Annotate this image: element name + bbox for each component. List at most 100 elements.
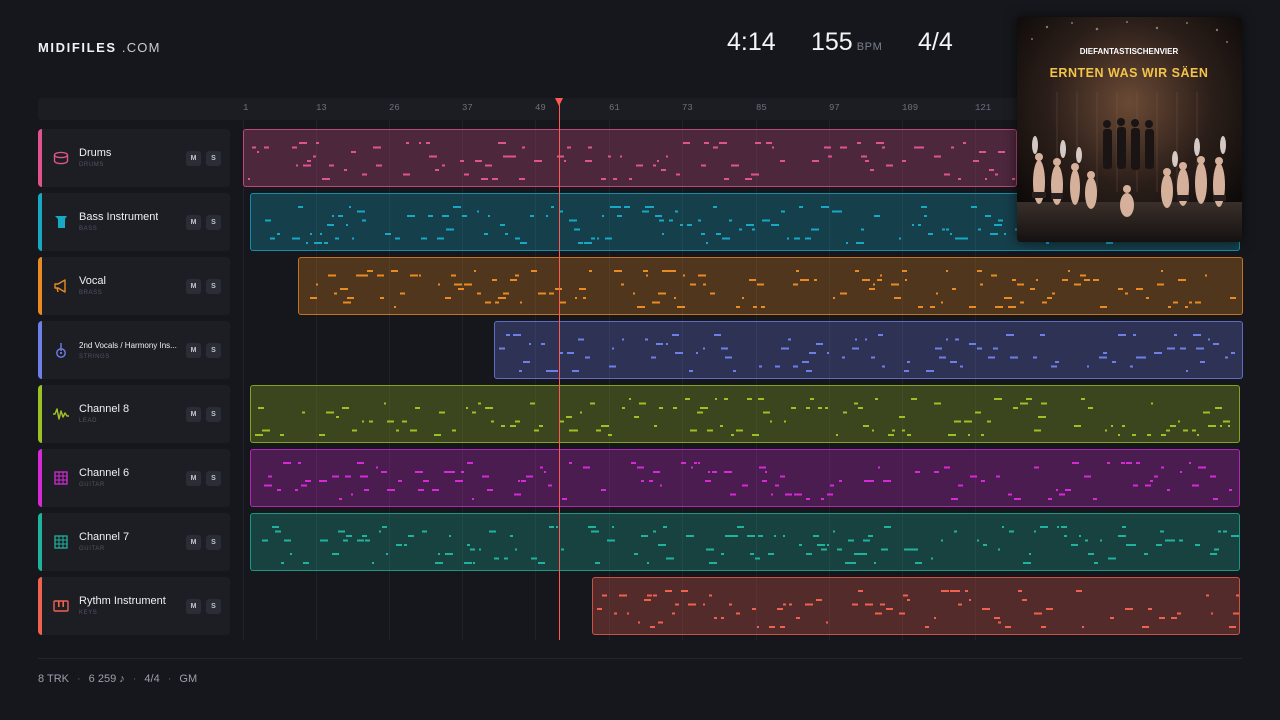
ruler-tick-label: 121: [975, 103, 992, 113]
mute-button[interactable]: M: [186, 151, 201, 166]
track-instrument-type: KEYS: [79, 610, 98, 616]
ruler-tick-label: 37: [462, 103, 473, 113]
mute-button[interactable]: M: [186, 407, 201, 422]
brand-suffix: .COM: [121, 40, 161, 55]
note-pattern: [597, 590, 1239, 628]
track-color-stripe: [38, 577, 42, 635]
ruler-tick-label: 109: [902, 103, 919, 113]
playhead[interactable]: [559, 102, 560, 640]
solo-button[interactable]: S: [206, 343, 221, 358]
solo-button[interactable]: S: [206, 151, 221, 166]
ruler-tick-label: 85: [756, 103, 767, 113]
midi-clip[interactable]: [250, 385, 1240, 443]
solo-button[interactable]: S: [206, 279, 221, 294]
note-count: 6 259 ♪: [88, 673, 125, 685]
note-pattern: [248, 142, 1015, 180]
track-color-stripe: [38, 193, 42, 251]
midi-clip[interactable]: [298, 257, 1243, 315]
note-pattern: [310, 270, 1236, 308]
track-header[interactable]: Rythm Instrument KEYS M S: [38, 577, 230, 635]
ruler-tick-label: 97: [829, 103, 840, 113]
track-header[interactable]: Drums DRUMS M S: [38, 129, 230, 187]
track-name: 2nd Vocals / Harmony Ins...: [79, 341, 177, 350]
midi-standard: GM: [179, 673, 198, 685]
tempo-unit: BPM: [856, 41, 883, 53]
track-instrument-type: GUITAR: [79, 482, 105, 488]
midi-clip[interactable]: [243, 129, 1017, 187]
solo-button[interactable]: S: [206, 471, 221, 486]
album-cover: DIEFANTASTISCHENVIER ERNTEN WAS WIR SÄEN: [1017, 17, 1242, 242]
mute-button[interactable]: M: [186, 599, 201, 614]
album-artist: DIEFANTASTISCHENVIER: [1080, 47, 1179, 56]
track-color-stripe: [38, 129, 42, 187]
track-name: Channel 6: [79, 467, 130, 479]
ruler-tick-label: 49: [535, 103, 546, 113]
track-instrument-type: BASS: [79, 226, 98, 232]
track-name: Channel 8: [79, 403, 130, 415]
track-color-stripe: [38, 513, 42, 571]
brand-logo: MIDIFILES .COM: [38, 40, 161, 55]
album-title: ERNTEN WAS WIR SÄEN: [1050, 65, 1209, 80]
midi-clip[interactable]: [250, 513, 1240, 571]
track-header[interactable]: Channel 8 LEAD M S: [38, 385, 230, 443]
footer-separator: ·: [76, 673, 81, 685]
duration-display: 4:14: [727, 28, 776, 56]
track-instrument-type: LEAD: [79, 418, 98, 424]
solo-button[interactable]: S: [206, 535, 221, 550]
tempo-value: 155: [811, 28, 853, 56]
track-name: Rythm Instrument: [79, 595, 166, 607]
track-color-stripe: [38, 257, 42, 315]
track-instrument-type: DRUMS: [79, 162, 104, 168]
playhead-handle[interactable]: [555, 98, 563, 106]
mute-button[interactable]: M: [186, 535, 201, 550]
track-name: Vocal: [79, 275, 106, 287]
note-pattern: [255, 398, 1230, 436]
track-instrument-type: BRASS: [79, 290, 103, 296]
solo-button[interactable]: S: [206, 599, 221, 614]
footer-separator: ·: [167, 673, 172, 685]
ruler-tick-label: 13: [316, 103, 327, 113]
midi-clip[interactable]: [250, 449, 1240, 507]
mute-button[interactable]: M: [186, 279, 201, 294]
track-instrument-type: STRINGS: [79, 354, 110, 360]
fretboard-icon: [52, 469, 70, 487]
track-header[interactable]: 2nd Vocals / Harmony Ins... STRINGS M S: [38, 321, 230, 379]
time-signature-display: 4/4: [918, 28, 953, 56]
fretboard-icon: [52, 533, 70, 551]
track-header[interactable]: Channel 7 GUITAR M S: [38, 513, 230, 571]
mute-button[interactable]: M: [186, 343, 201, 358]
ruler-tick-label: 73: [682, 103, 693, 113]
horn-icon: [52, 277, 70, 295]
track-header[interactable]: Vocal BRASS M S: [38, 257, 230, 315]
keys-icon: [52, 597, 70, 615]
bass-icon: [52, 213, 70, 231]
track-instrument-type: GUITAR: [79, 546, 105, 552]
track-color-stripe: [38, 321, 42, 379]
track-name: Drums: [79, 147, 112, 159]
guitar-icon: [52, 341, 70, 359]
track-header[interactable]: Channel 6 GUITAR M S: [38, 449, 230, 507]
note-pattern: [264, 462, 1232, 500]
ruler-tick-label: 26: [389, 103, 400, 113]
waveform-icon: [52, 405, 70, 423]
footer-separator: ·: [132, 673, 137, 685]
footer-divider: [38, 658, 1242, 659]
track-color-stripe: [38, 385, 42, 443]
midi-clip[interactable]: [592, 577, 1240, 635]
brand-name: MIDIFILES: [38, 40, 117, 55]
solo-button[interactable]: S: [206, 407, 221, 422]
track-header[interactable]: Bass Instrument BASS M S: [38, 193, 230, 251]
footer-stats: 8 TRK · 6 259 ♪ · 4/4 · GM: [38, 673, 197, 685]
track-color-stripe: [38, 449, 42, 507]
midi-clip[interactable]: [494, 321, 1243, 379]
drum-icon: [52, 149, 70, 167]
mute-button[interactable]: M: [186, 471, 201, 486]
ruler-tick-label: 61: [609, 103, 620, 113]
solo-button[interactable]: S: [206, 215, 221, 230]
ruler-tick-label: 1: [243, 103, 249, 113]
track-count: 8 TRK: [38, 673, 69, 685]
mute-button[interactable]: M: [186, 215, 201, 230]
track-name: Bass Instrument: [79, 211, 159, 223]
track-name: Channel 7: [79, 531, 130, 543]
footer-time-signature: 4/4: [144, 673, 160, 685]
